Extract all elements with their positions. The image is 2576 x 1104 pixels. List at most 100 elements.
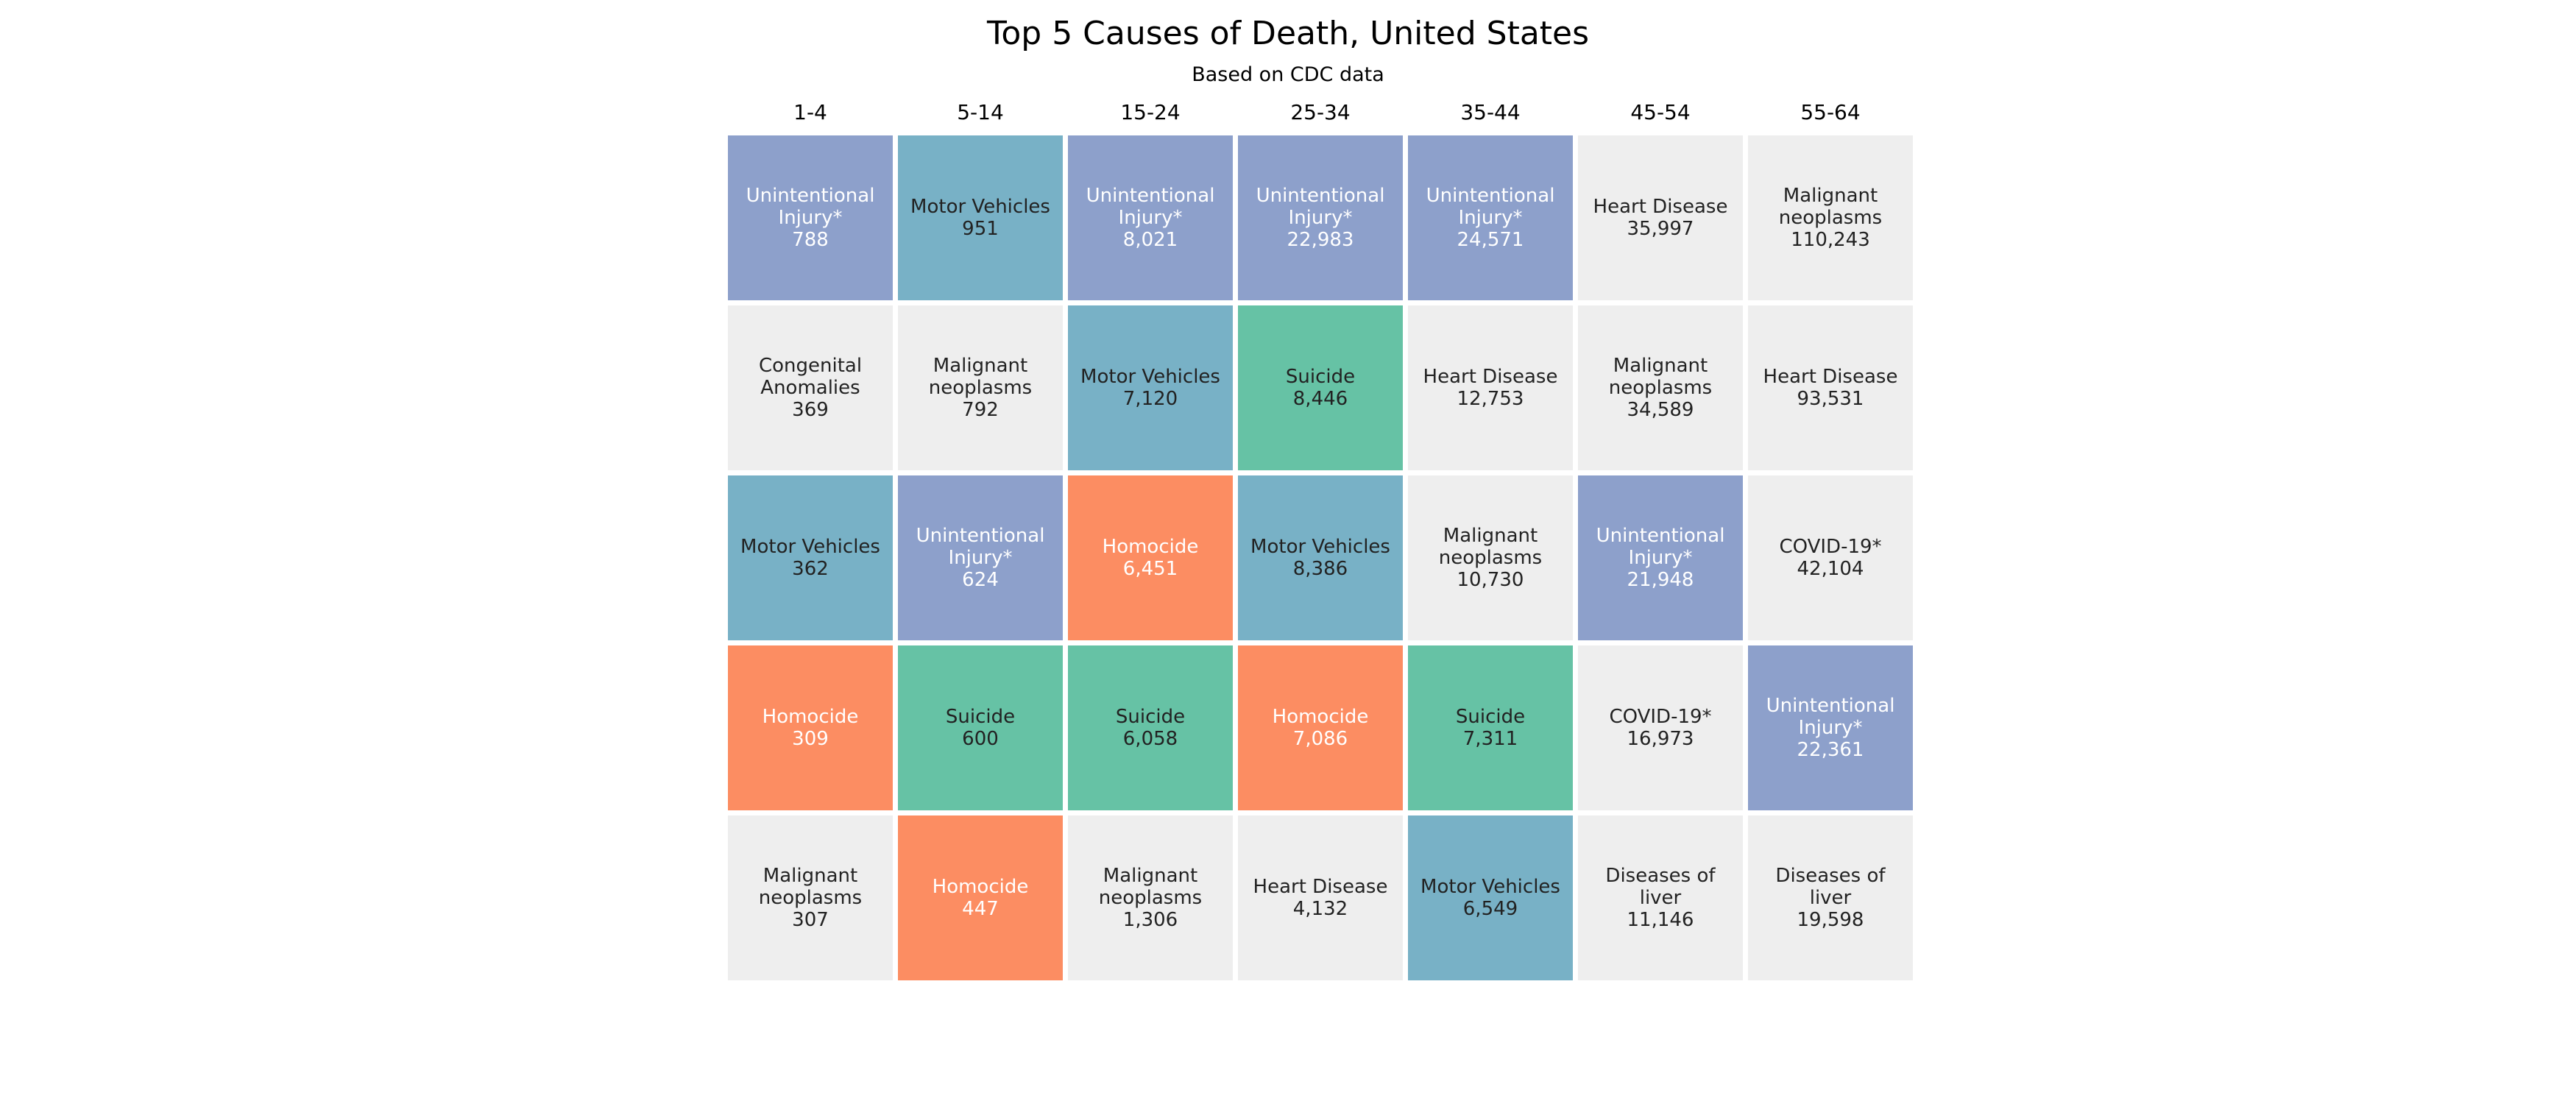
column-label: 45-54 [1630, 100, 1691, 124]
grid-cell: Malignant neoplasms 792 [898, 305, 1063, 470]
cell-cause: Unintentional Injury* [916, 525, 1045, 569]
grid-cell: Homocide 7,086 [1238, 645, 1403, 810]
column-label: 55-64 [1800, 100, 1861, 124]
grid-cell: Diseases of liver 19,598 [1748, 815, 1913, 980]
cell-cause: Motor Vehicles [1420, 876, 1560, 898]
column-label: 35-44 [1460, 100, 1521, 124]
grid-cell: Suicide 600 [898, 645, 1063, 810]
cell-value: 93,531 [1797, 388, 1864, 410]
cell-value: 8,386 [1292, 558, 1348, 580]
cell-cause: Congenital Anomalies [758, 355, 863, 399]
cell-cause: Heart Disease [1423, 366, 1558, 388]
cell-cause: Unintentional Injury* [1426, 185, 1555, 229]
chart-subtitle: Based on CDC data [1192, 63, 1384, 86]
cell-cause: Motor Vehicles [1250, 536, 1390, 558]
grid-cell: Homocide 309 [728, 645, 893, 810]
grid-cell: Unintentional Injury* 8,021 [1068, 135, 1233, 300]
cell-cause: Unintentional Injury* [1086, 185, 1215, 229]
cell-value: 788 [792, 229, 829, 251]
cell-value: 16,973 [1627, 728, 1694, 750]
grid-cell: Heart Disease 35,997 [1578, 135, 1743, 300]
grid-cell: Heart Disease 4,132 [1238, 815, 1403, 980]
grid-cell: Homocide 6,451 [1068, 475, 1233, 640]
cell-cause: Diseases of liver [1605, 865, 1716, 909]
grid-cell: Diseases of liver 11,146 [1578, 815, 1743, 980]
cell-value: 10,730 [1457, 569, 1524, 591]
grid-cell: Malignant neoplasms 307 [728, 815, 893, 980]
cell-value: 792 [962, 399, 999, 421]
cell-cause: Homocide [1272, 706, 1369, 728]
cell-cause: Motor Vehicles [1080, 366, 1220, 388]
cell-value: 42,104 [1797, 558, 1864, 580]
cell-value: 7,311 [1462, 728, 1518, 750]
cell-cause: Unintentional Injury* [1766, 695, 1895, 739]
cell-value: 8,446 [1292, 388, 1348, 410]
column-label: 15-24 [1120, 100, 1181, 124]
cell-value: 6,451 [1122, 558, 1178, 580]
column-label: 1-4 [793, 100, 827, 124]
cell-cause: Malignant neoplasms [1098, 865, 1203, 909]
cell-cause: Homocide [762, 706, 859, 728]
cell-cause: Suicide [1115, 706, 1186, 728]
grid-cell: Motor Vehicles 6,549 [1408, 815, 1573, 980]
grid-cell: Heart Disease 93,531 [1748, 305, 1913, 470]
cell-value: 34,589 [1627, 399, 1694, 421]
grid-cell: COVID-19* 16,973 [1578, 645, 1743, 810]
cell-value: 4,132 [1292, 898, 1348, 920]
cell-value: 951 [962, 218, 999, 240]
cell-value: 22,361 [1797, 739, 1864, 761]
cell-value: 7,086 [1292, 728, 1348, 750]
cell-cause: Homocide [932, 876, 1029, 898]
grid-cell: Unintentional Injury* 624 [898, 475, 1063, 640]
cell-value: 600 [962, 728, 999, 750]
cause-grid: Unintentional Injury* 788 Motor Vehicles 95… [728, 135, 1913, 980]
chart-title: Top 5 Causes of Death, United States [986, 15, 1590, 52]
grid-cell: Unintentional Injury* 788 [728, 135, 893, 300]
cell-cause: Unintentional Injury* [1596, 525, 1725, 569]
column-label: 5-14 [957, 100, 1004, 124]
grid-cell: Motor Vehicles 7,120 [1068, 305, 1233, 470]
cell-value: 1,306 [1122, 909, 1178, 931]
grid-cell: Unintentional Injury* 21,948 [1578, 475, 1743, 640]
cell-cause: Suicide [1455, 706, 1526, 728]
cell-value: 6,549 [1462, 898, 1518, 920]
cell-cause: Motor Vehicles [910, 196, 1050, 218]
cell-cause: Homocide [1102, 536, 1199, 558]
cell-cause: Heart Disease [1593, 196, 1728, 218]
column-labels: 1-4 5-14 15-24 25-34 35-44 45-54 55-64 [728, 100, 1913, 130]
cell-value: 19,598 [1797, 909, 1864, 931]
column-label: 25-34 [1290, 100, 1351, 124]
cell-cause: Motor Vehicles [740, 536, 880, 558]
grid-cell: Malignant neoplasms 110,243 [1748, 135, 1913, 300]
cell-value: 6,058 [1122, 728, 1178, 750]
cell-cause: COVID-19* [1779, 536, 1882, 558]
cell-value: 11,146 [1627, 909, 1694, 931]
grid-cell: Homocide 447 [898, 815, 1063, 980]
cell-cause: Unintentional Injury* [1256, 185, 1385, 229]
cell-cause: Heart Disease [1763, 366, 1898, 388]
cell-value: 307 [792, 909, 829, 931]
cell-value: 24,571 [1457, 229, 1524, 251]
grid-cell: Unintentional Injury* 24,571 [1408, 135, 1573, 300]
cell-value: 8,021 [1122, 229, 1178, 251]
grid-cell: Congenital Anomalies 369 [728, 305, 893, 470]
grid-cell: Motor Vehicles 8,386 [1238, 475, 1403, 640]
cell-cause: Heart Disease [1253, 876, 1388, 898]
cell-value: 21,948 [1627, 569, 1694, 591]
grid-cell: Suicide 8,446 [1238, 305, 1403, 470]
cell-cause: Malignant neoplasms [1438, 525, 1543, 569]
grid-cell: COVID-19* 42,104 [1748, 475, 1913, 640]
cell-cause: Unintentional Injury* [746, 185, 875, 229]
cell-cause: Suicide [1285, 366, 1356, 388]
cell-cause: COVID-19* [1609, 706, 1712, 728]
grid-cell: Malignant neoplasms 1,306 [1068, 815, 1233, 980]
cell-cause: Malignant neoplasms [928, 355, 1033, 399]
cell-cause: Suicide [945, 706, 1016, 728]
grid-cell: Unintentional Injury* 22,361 [1748, 645, 1913, 810]
cell-value: 7,120 [1122, 388, 1178, 410]
cell-value: 35,997 [1627, 218, 1694, 240]
cell-cause: Diseases of liver [1775, 865, 1886, 909]
grid-cell: Unintentional Injury* 22,983 [1238, 135, 1403, 300]
grid-cell: Motor Vehicles 951 [898, 135, 1063, 300]
cell-cause: Malignant neoplasms [758, 865, 863, 909]
